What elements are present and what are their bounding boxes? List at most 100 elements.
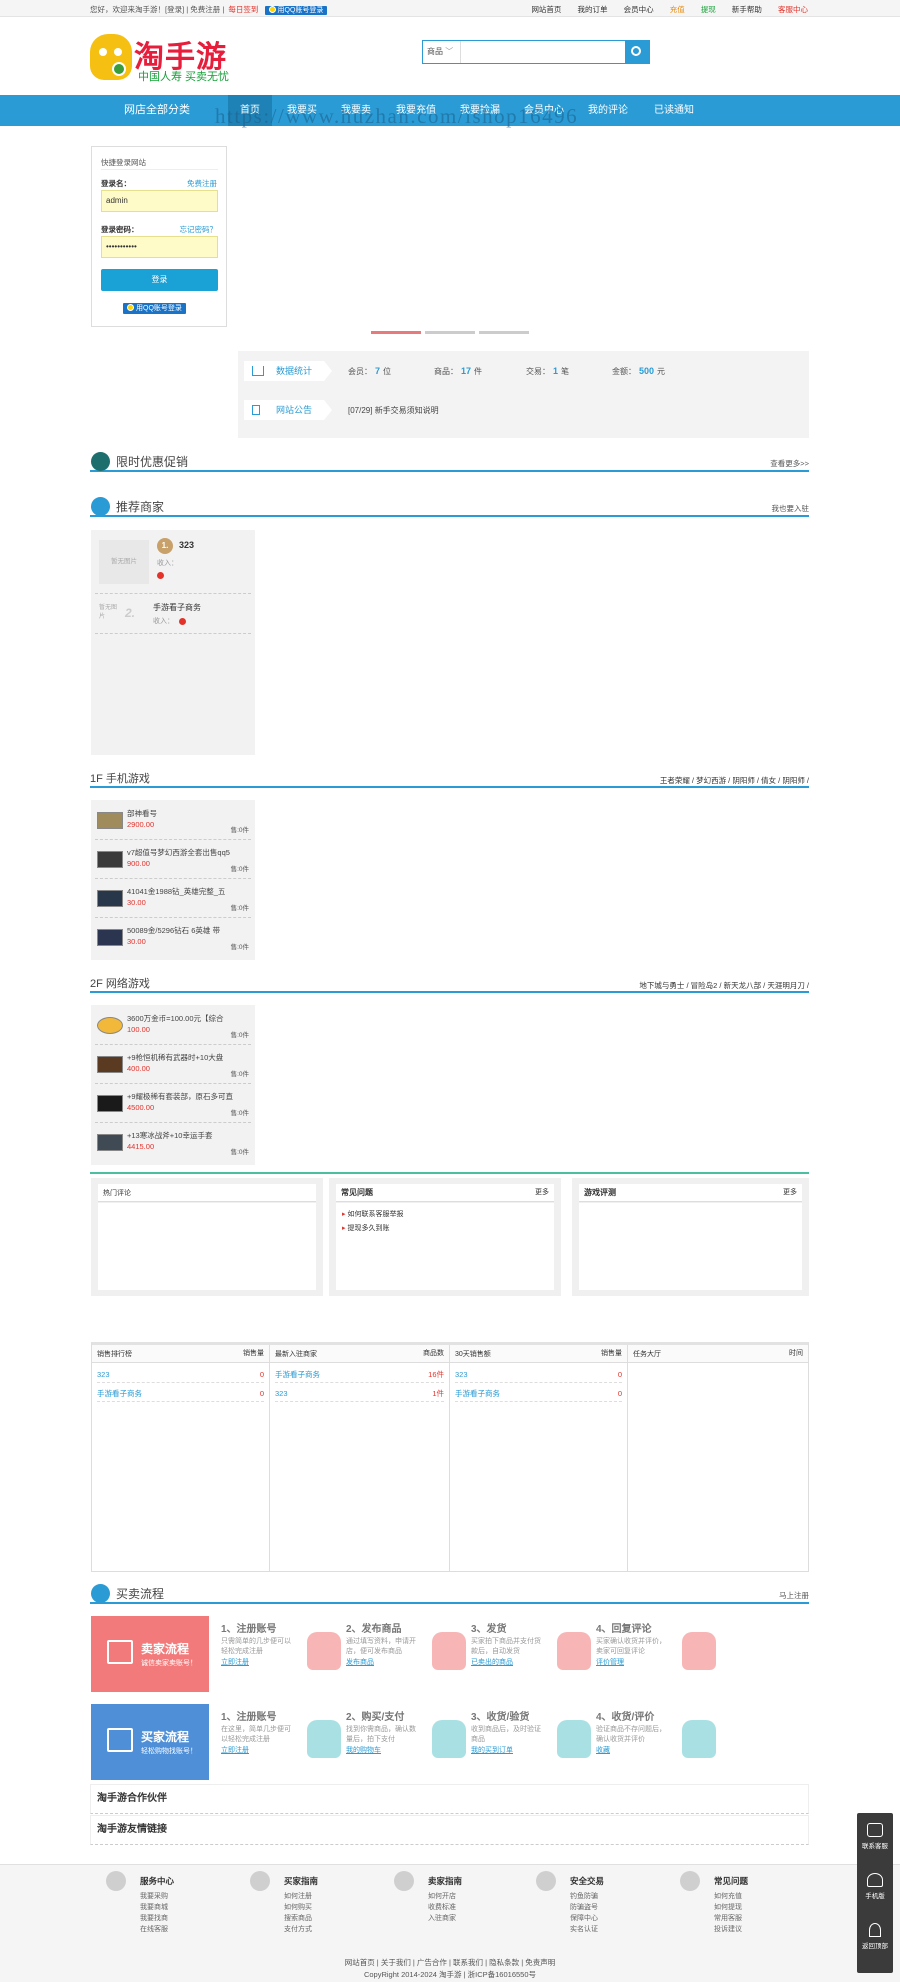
link-home[interactable]: 网站首页 [531, 5, 561, 14]
username-field[interactable]: admin [101, 190, 218, 212]
search-input[interactable] [463, 43, 623, 61]
star-icon [91, 1584, 110, 1603]
slider-dot-1[interactable] [371, 331, 421, 334]
link-help[interactable]: 新手帮助 [732, 5, 762, 14]
notice-item[interactable]: [07/29] 新手交易须知说明 [348, 405, 439, 416]
nav-buy[interactable]: 我要买 [278, 95, 326, 126]
goods-name[interactable]: 部神看号 [127, 808, 249, 819]
merchants-title: 推荐商家 [116, 500, 165, 514]
goods-name[interactable]: 41041金1988钻_英雄完整_五 [127, 886, 249, 897]
floor2-links[interactable]: 地下城与勇士 / 冒险岛2 / 新天龙八部 / 天涯明月刀 / [639, 980, 809, 991]
goods-name[interactable]: +9耀极稀有套装部，原石多可直 [127, 1091, 249, 1102]
login-qq-button[interactable]: 用QQ账号登录 [123, 303, 186, 314]
buyer-step-4: 4、收货/评价 验证商品不存问题后，确认收货并评价 收藏 [596, 1708, 716, 1778]
game-review-more-link[interactable]: 更多 [783, 1184, 797, 1202]
nav-notices[interactable]: 已读通知 [646, 95, 702, 126]
daily-signin-link[interactable]: 每日签到 [228, 5, 258, 14]
merchants-join-link[interactable]: 我也要入驻 [772, 503, 810, 514]
nav-recharge[interactable]: 我要充值 [388, 95, 444, 126]
faq-title: 常见问题 [341, 1188, 373, 1197]
footer-links[interactable]: 网站首页 | 关于我们 | 广告合作 | 联系我们 | 隐私条款 | 免责声明 [0, 1957, 900, 1968]
faq-item[interactable]: ▸ 如何联系客服举报 [342, 1209, 403, 1219]
rank-row[interactable]: 手游看子商务 0 [455, 1385, 622, 1402]
slider-dot-2[interactable] [425, 331, 475, 334]
goods-name[interactable]: 3600万金币=100.00元【综合 [127, 1013, 249, 1024]
rank-row[interactable]: 手游看子商务 16件 [275, 1366, 444, 1383]
floor1-links[interactable]: 王者荣耀 / 梦幻西游 / 阴阳师 / 倩女 / 阴阳师 / [660, 775, 809, 786]
all-categories-button[interactable]: 网店全部分类 [90, 95, 224, 126]
mobile-version-button[interactable]: 手机版 [857, 1873, 893, 1900]
link-member-center[interactable]: 会员中心 [624, 5, 654, 14]
nav-home[interactable]: 首页 [228, 95, 272, 126]
nav-member[interactable]: 会员中心 [516, 95, 572, 126]
goods-price: 4415.00 [127, 1142, 155, 1151]
merchant-name[interactable]: 323 [179, 540, 194, 550]
slider-dot-3[interactable] [479, 331, 529, 334]
seller-step-1: 1、注册账号 只需简单的几步便可以轻松完成注册 立即注册 [221, 1620, 341, 1690]
rank-row[interactable]: 323 0 [97, 1366, 264, 1383]
new-merchants-col: 最新入驻商家 商品数 手游看子商务 16件 323 1件 [270, 1345, 450, 1571]
merchant-item[interactable]: 暂无图片 1. 323 收入： [95, 532, 251, 594]
user-icon [307, 1720, 341, 1758]
seller-flow-banner: 卖家流程 诚信卖家卖账号！ [91, 1616, 209, 1692]
search-button[interactable] [625, 41, 649, 63]
nav-reviews[interactable]: 我的评论 [580, 95, 636, 126]
goods-name[interactable]: +9枪恒机稀有武器时+10大盘 [127, 1052, 249, 1063]
password-field[interactable]: ••••••••••• [101, 236, 218, 258]
rank-row[interactable]: 323 1件 [275, 1385, 444, 1402]
goods-stock: 售:0件 [230, 866, 249, 873]
forgot-password-link[interactable]: 忘记密码？ [180, 224, 218, 235]
review-icon [682, 1720, 716, 1758]
footer: 服务中心 我要采购 我要商城 我要找商 在线客服 买家指南 如何注册 如何购买 搜索商品 支付方… [0, 1864, 900, 1982]
faq-more-link[interactable]: 更多 [535, 1184, 549, 1202]
link-recharge[interactable]: 充值 [670, 5, 685, 14]
goods-name[interactable]: +13寒冰战斧+10幸运手套 [127, 1130, 249, 1141]
goods-item[interactable]: v7超值号梦幻西游全套出售qq5 900.00 售:0件 [95, 841, 251, 879]
flow-title: 买卖流程 [116, 1587, 165, 1601]
rank-row[interactable]: 323 0 [455, 1366, 622, 1383]
goods-name[interactable]: v7超值号梦幻西游全套出售qq5 [127, 847, 249, 858]
search-category-select[interactable]: 商品 ﹀ [423, 41, 461, 63]
goods-name[interactable]: 50089金/5296钻石 6英雄 带 [127, 925, 249, 936]
chart-icon [252, 366, 264, 376]
goods-item[interactable]: +9枪恒机稀有武器时+10大盘 400.00 售:0件 [95, 1046, 251, 1084]
login-button[interactable]: 登录 [101, 269, 218, 291]
nav-bargain[interactable]: 我要捡漏 [452, 95, 508, 126]
quick-login-panel: 快捷登录网站 登录名： 免费注册 admin 登录密码： 忘记密码？ •••••… [91, 146, 227, 327]
goods-item[interactable]: 41041金1988钻_英雄完整_五 30.00 售:0件 [95, 880, 251, 918]
goods-thumb [97, 851, 123, 868]
goods-price: 100.00 [127, 1025, 150, 1034]
goods-item[interactable]: 3600万金币=100.00元【综合 100.00 售:0件 [95, 1007, 251, 1045]
goods-item[interactable]: +13寒冰战斧+10幸运手套 4415.00 售:0件 [95, 1124, 251, 1162]
promo-section-header: 限时优惠促销 查看更多>> [90, 452, 809, 472]
flow-register-link[interactable]: 马上注册 [779, 1590, 809, 1601]
merchant-item[interactable]: 暂无图片 2. 手游看子商务 收入： [95, 596, 251, 634]
buyer-step-2: 2、购买/支付 找到你需商品，确认数量后，拍下支付 我的购物车 [346, 1708, 466, 1778]
link-withdraw[interactable]: 提现 [701, 5, 716, 14]
notice-label: 网站公告 [276, 405, 313, 415]
goods-item[interactable]: +9耀极稀有套装部，原石多可直 4500.00 售:0件 [95, 1085, 251, 1123]
qq-login-button[interactable]: 用QQ账号登录 [264, 6, 328, 15]
faq-item[interactable]: ▸ 提现多久到账 [342, 1223, 389, 1233]
merchant-name[interactable]: 手游看子商务 [153, 602, 201, 613]
back-to-top-button[interactable]: 返回顶部 [857, 1923, 893, 1950]
heart-icon [680, 1871, 700, 1891]
game-review-header: 游戏评测 更多 [579, 1184, 802, 1202]
flow-section-header: 买卖流程 马上注册 [90, 1584, 809, 1604]
sales-30d-colname: 销售量 [601, 1350, 622, 1357]
task-hall-col: 任务大厅 时间 [628, 1345, 808, 1571]
greeting-text[interactable]: 您好，欢迎来淘手游！[登录] | 免费注册 | [90, 5, 224, 14]
notice-tag: 网站公告 [244, 400, 332, 420]
contact-service-button[interactable]: 联系客服 [857, 1823, 893, 1850]
goods-thumb [97, 1095, 123, 1112]
link-orders[interactable]: 我的订单 [578, 5, 608, 14]
nav-sell[interactable]: 我要卖 [332, 95, 380, 126]
promo-more-link[interactable]: 查看更多>> [770, 458, 809, 469]
goods-item[interactable]: 50089金/5296钻石 6英雄 带 30.00 售:0件 [95, 919, 251, 957]
hot-comments-header: 热门评论 [98, 1184, 316, 1202]
goods-item[interactable]: 部神看号 2900.00 售:0件 [95, 802, 251, 840]
rank-row[interactable]: 手游看子商务 0 [97, 1385, 264, 1402]
register-link[interactable]: 免费注册 [187, 178, 217, 189]
link-service[interactable]: 客服中心 [778, 5, 808, 14]
shop-icon [107, 1640, 133, 1664]
